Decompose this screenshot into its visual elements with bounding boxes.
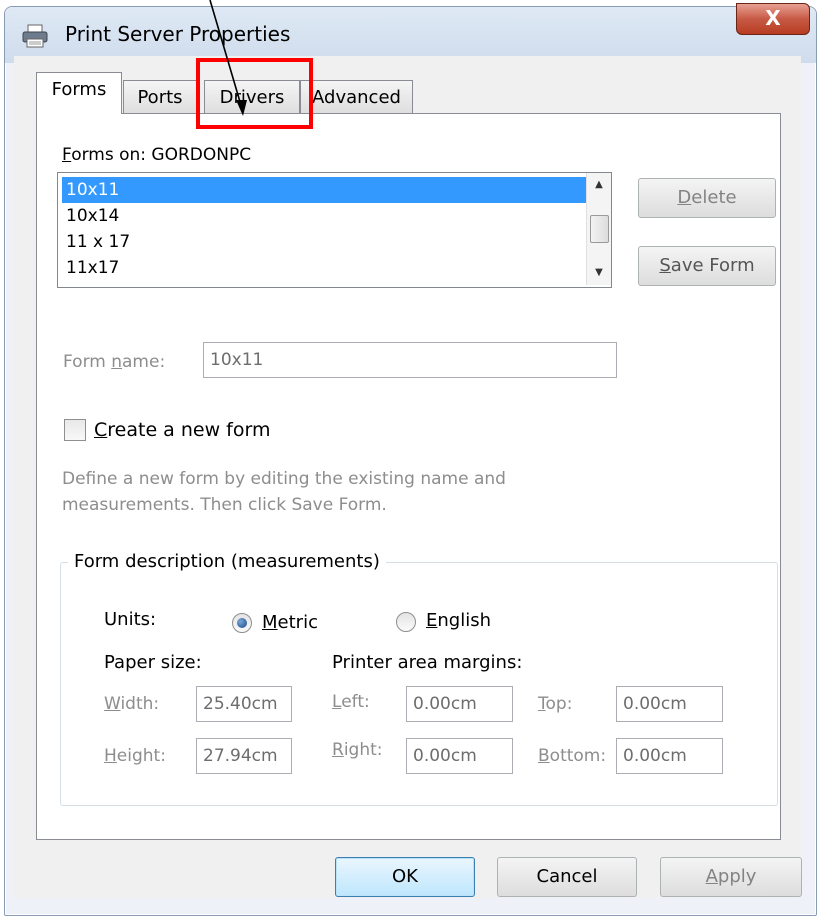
form-name-mnemonic: n — [111, 352, 123, 372]
create-new-mnemonic: C — [94, 419, 108, 441]
margins-label: Printer area margins: — [332, 652, 523, 673]
window-title: Print Server Properties — [65, 22, 291, 46]
create-new-form-checkbox[interactable] — [64, 419, 86, 441]
list-item[interactable]: 10x14 — [62, 203, 586, 229]
close-button[interactable]: X — [736, 3, 810, 35]
cancel-label: Cancel — [536, 866, 598, 887]
list-item[interactable]: 10x11 — [62, 177, 586, 203]
save-form-mnemonic: S — [659, 255, 671, 276]
english-label[interactable]: English — [426, 610, 491, 631]
bottom-text: ottom: — [549, 746, 607, 766]
delete-button[interactable]: Delete — [638, 178, 776, 218]
scroll-thumb[interactable] — [590, 215, 609, 243]
tab-ports[interactable]: Ports — [123, 80, 197, 116]
height-text: eight: — [116, 746, 166, 766]
metric-radio[interactable] — [232, 613, 252, 633]
bottom-field[interactable]: 0.00cm — [616, 738, 723, 774]
paper-size-label: Paper size: — [104, 652, 202, 673]
help-text-line1: Define a new form by editing the existin… — [62, 469, 506, 489]
tab-forms[interactable]: Forms — [36, 72, 122, 114]
metric-mnemonic: M — [262, 612, 278, 633]
tab-ports-label: Ports — [137, 87, 183, 108]
server-name: GORDONPC — [151, 145, 252, 165]
tab-forms-label: Forms — [51, 79, 107, 100]
forms-on-text: orms on: — [71, 145, 147, 165]
units-label: Units: — [104, 609, 157, 630]
left-mnemonic: L — [332, 692, 342, 712]
create-new-text: reate a new form — [107, 419, 271, 441]
list-item[interactable]: 11 x 17 — [62, 229, 586, 255]
measurements-group-title: Form description (measurements) — [68, 551, 386, 572]
metric-text: etric — [277, 612, 318, 633]
list-scrollbar[interactable]: ▲ ▼ — [586, 173, 611, 285]
width-mnemonic: W — [104, 694, 121, 714]
close-icon: X — [765, 6, 781, 30]
bottom-mnemonic: B — [538, 746, 550, 766]
forms-on-mnemonic: F — [62, 145, 72, 165]
delete-label: elete — [691, 187, 737, 208]
height-mnemonic: H — [104, 746, 117, 766]
form-name-field[interactable]: 10x11 — [203, 342, 617, 378]
create-new-form-label[interactable]: Create a new form — [94, 419, 270, 441]
left-field[interactable]: 0.00cm — [406, 686, 513, 722]
right-label: Right: — [332, 740, 383, 760]
tab-advanced-label: Advanced — [312, 87, 401, 108]
scroll-up-icon[interactable]: ▲ — [587, 173, 611, 197]
right-field[interactable]: 0.00cm — [406, 738, 513, 774]
form-name-label-b: ame: — [122, 352, 166, 372]
width-text: idth: — [120, 694, 160, 714]
top-label: Top: — [538, 694, 572, 714]
scroll-down-icon[interactable]: ▼ — [587, 261, 611, 285]
form-name-label-a: Form — [63, 352, 112, 372]
right-text: ight: — [343, 740, 383, 760]
apply-mnemonic: A — [705, 866, 718, 887]
cancel-button[interactable]: Cancel — [497, 857, 637, 897]
metric-label[interactable]: Metric — [262, 612, 318, 633]
left-text: eft: — [341, 692, 370, 712]
right-mnemonic: R — [332, 740, 344, 760]
bottom-label: Bottom: — [538, 746, 606, 766]
top-field[interactable]: 0.00cm — [616, 686, 723, 722]
english-text: nglish — [437, 610, 491, 631]
forms-on-label: Forms on: GORDONPC — [62, 145, 251, 165]
tab-advanced[interactable]: Advanced — [300, 80, 413, 116]
printer-icon — [22, 24, 48, 48]
apply-button[interactable]: Apply — [660, 857, 802, 897]
form-name-label: Form name: — [63, 352, 165, 372]
english-mnemonic: E — [426, 610, 438, 631]
forms-listbox[interactable]: 10x11 10x14 11 x 17 11x17 ▲ ▼ — [57, 172, 612, 288]
left-label: Left: — [332, 692, 370, 712]
top-text: op: — [545, 694, 573, 714]
list-item[interactable]: 11x17 — [62, 255, 586, 281]
save-form-label: ave Form — [670, 255, 755, 276]
top-mnemonic: T — [538, 694, 546, 714]
radio-selected-icon — [237, 618, 247, 628]
height-field[interactable]: 27.94cm — [196, 738, 292, 774]
english-radio[interactable] — [396, 612, 416, 632]
delete-mnemonic: D — [677, 187, 692, 208]
help-text-line2: measurements. Then click Save Form. — [62, 495, 387, 515]
apply-label: pply — [717, 866, 757, 887]
ok-label: OK — [392, 866, 418, 887]
highlight-box — [196, 58, 313, 129]
ok-button[interactable]: OK — [335, 857, 475, 897]
height-label: Height: — [104, 746, 166, 766]
width-label: Width: — [104, 694, 159, 714]
save-form-button[interactable]: Save Form — [638, 246, 776, 286]
width-field[interactable]: 25.40cm — [196, 686, 292, 722]
